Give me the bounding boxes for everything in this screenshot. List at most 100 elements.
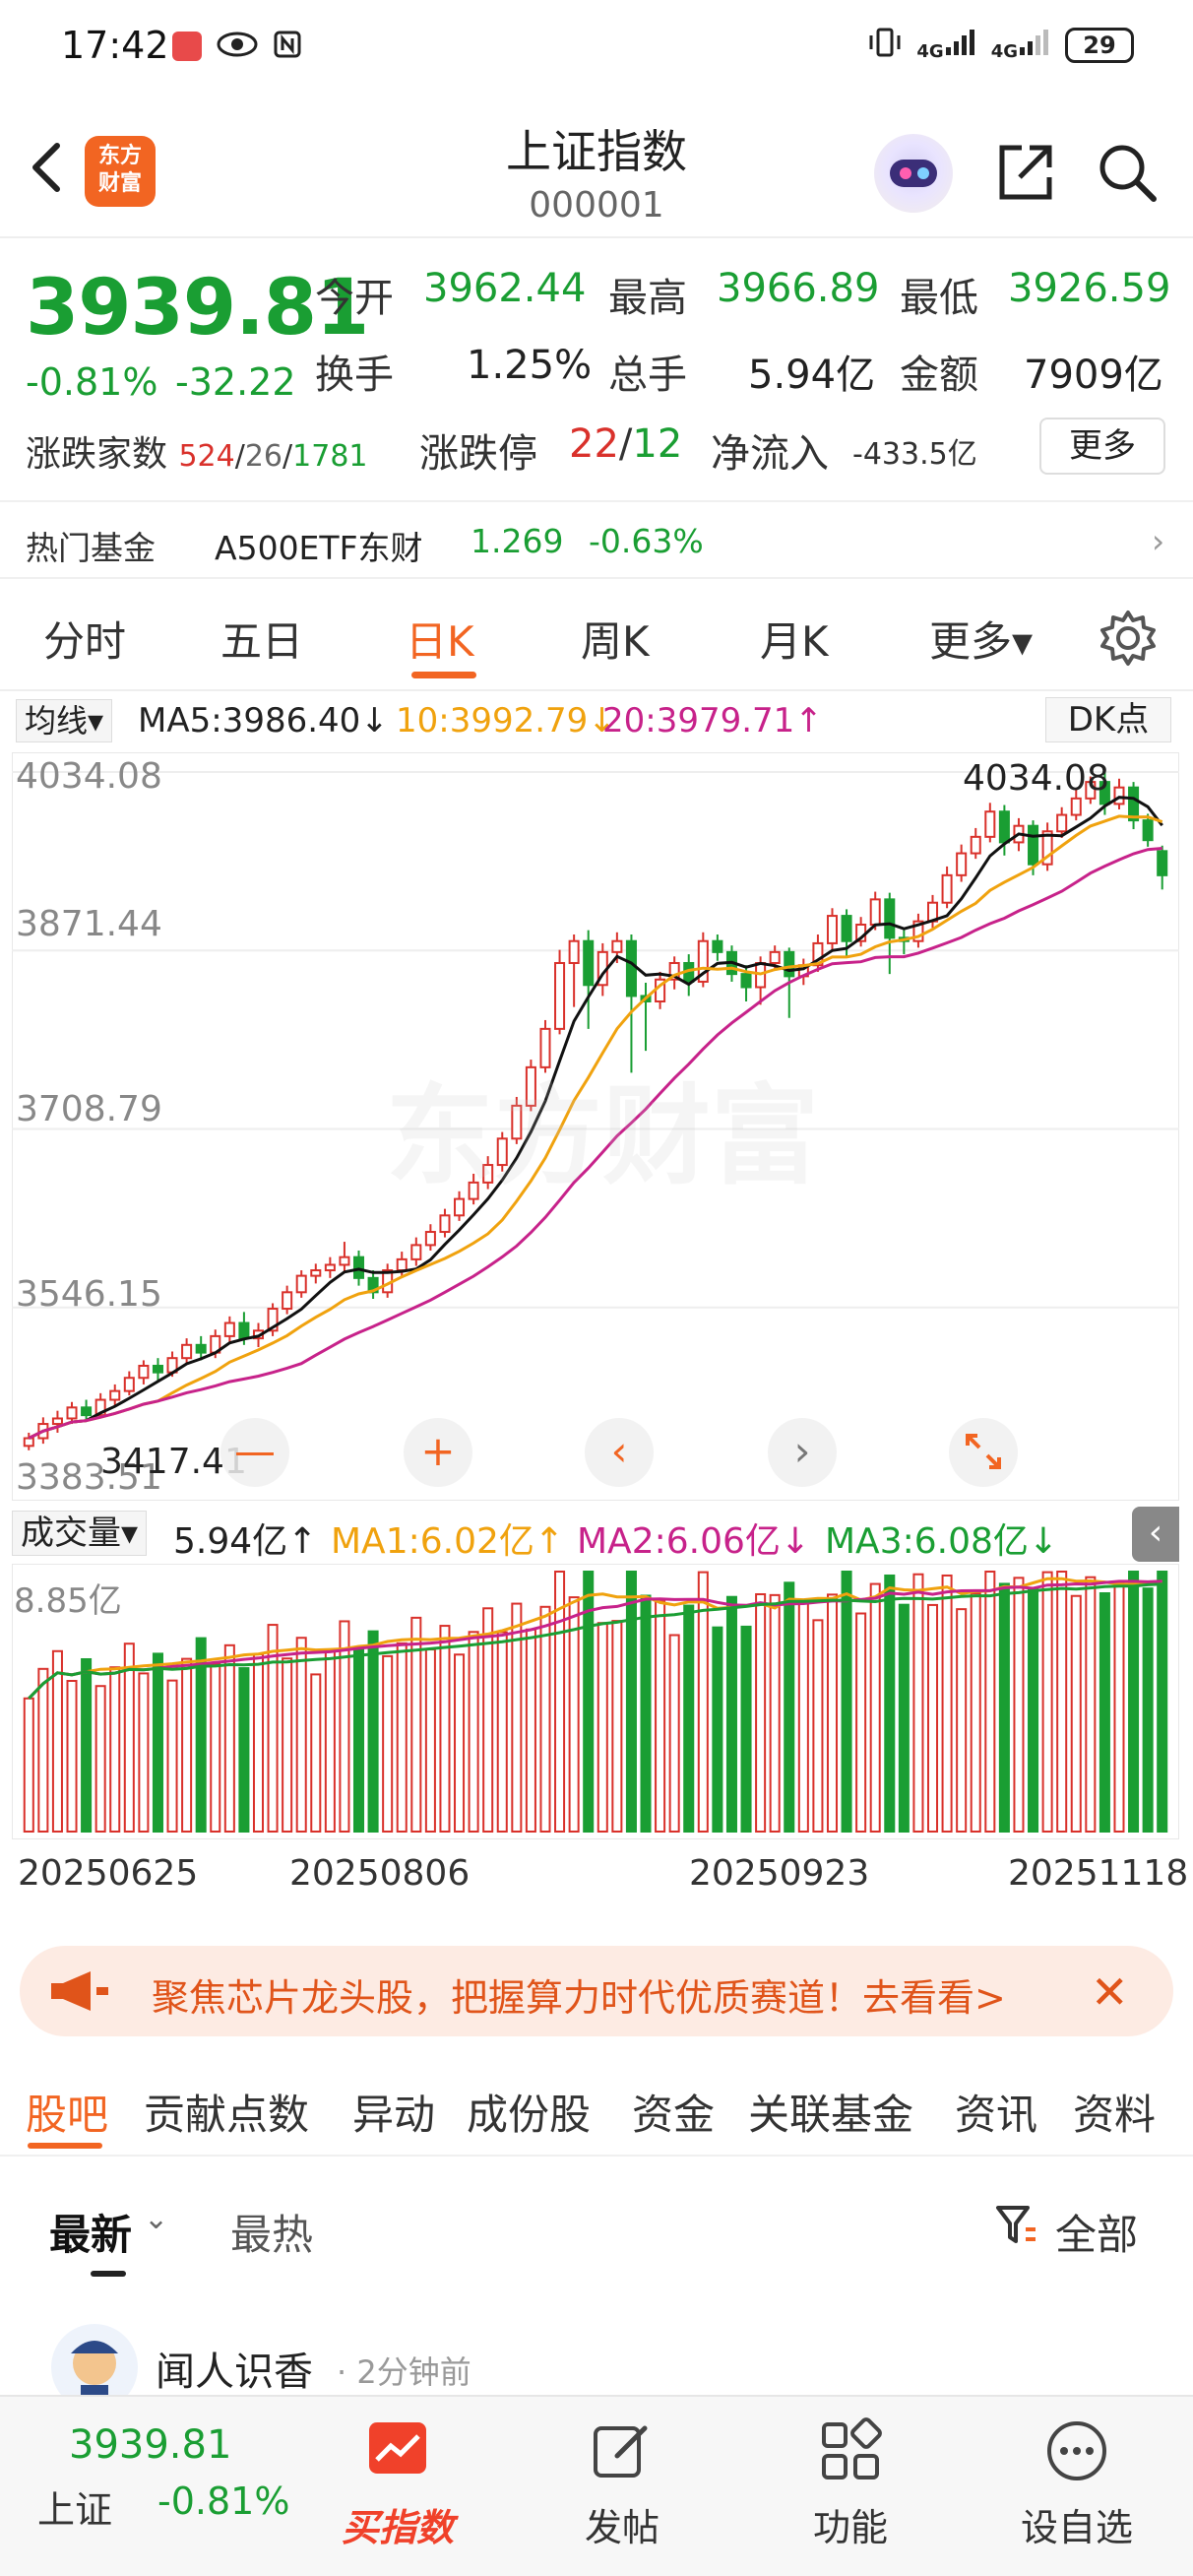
ai-assistant-icon[interactable] [874, 134, 953, 213]
volume-bar [352, 1645, 365, 1833]
hot-fund-name: A500ETF东财 [215, 529, 423, 567]
volume-bar [712, 1626, 723, 1833]
volume-bar [382, 1654, 394, 1833]
post-button[interactable]: 发帖 [553, 2416, 691, 2551]
add-watchlist-button[interactable]: 设自选 [1008, 2416, 1146, 2551]
volume-bar [941, 1574, 953, 1834]
subtab-underline [28, 2143, 102, 2149]
tab-intraday[interactable]: 分时 [43, 609, 126, 669]
candle-body [826, 915, 839, 944]
share-icon[interactable] [992, 140, 1057, 205]
filter-icon[interactable] [994, 2202, 1039, 2257]
candle-body [611, 939, 623, 953]
chevron-down-icon[interactable]: ⌄ [144, 2202, 168, 2236]
subtab-funds[interactable]: 资金 [632, 2082, 715, 2142]
high-value: 3966.89 [717, 266, 880, 311]
candle-body [956, 852, 968, 876]
subtab-movement[interactable]: 异动 [352, 2082, 435, 2142]
megaphone-icon [47, 1969, 110, 2017]
volume-bar [655, 1600, 666, 1833]
collapse-panel-button[interactable]: ‹ [1132, 1507, 1179, 1562]
candle-body [352, 1256, 365, 1279]
dk-point-button[interactable]: DK点 [1045, 697, 1171, 742]
volume-chart[interactable]: 8.85亿 [11, 1563, 1180, 1840]
tab-daily-k[interactable]: 日K [406, 609, 474, 669]
tab-weekly-k[interactable]: 周K [581, 609, 650, 669]
subtab-news[interactable]: 资讯 [955, 2082, 1037, 2142]
volume-bar [611, 1620, 623, 1834]
volume-bar [282, 1657, 293, 1834]
volume-bar [123, 1642, 135, 1833]
volume-bar [956, 1608, 968, 1834]
volume-bar [683, 1604, 695, 1834]
content-tabs: 股吧 贡献点数 异动 成份股 资金 关联基金 资讯 资料 [0, 2058, 1193, 2157]
signal-icon-2: 4G [991, 28, 1051, 63]
volume-selector[interactable]: 成交量▾ [12, 1511, 148, 1556]
kline-chart[interactable]: 4034.08 3871.44 3708.79 3546.15 3383.51 … [11, 751, 1180, 1502]
candle-body [984, 810, 996, 838]
subtab-profile[interactable]: 资料 [1073, 2082, 1156, 2142]
subtab-related-funds[interactable]: 关联基金 [748, 2082, 913, 2142]
signal-icon: 4G [916, 28, 976, 63]
volume-bar [755, 1592, 767, 1833]
volume-bar [797, 1599, 809, 1833]
subtab-constituents[interactable]: 成份股 [467, 2082, 591, 2142]
volume-bar [1013, 1577, 1025, 1833]
bottom-price[interactable]: 3939.81 [69, 2422, 231, 2468]
candle-body [51, 1417, 63, 1426]
ma20-value: 20:3979.71↑ [602, 701, 823, 741]
eye-icon [216, 30, 259, 63]
settings-icon[interactable] [1099, 609, 1158, 672]
volume-legend: 成交量▾ 5.94亿↑ MA1:6.02亿↑ MA2:6.06亿↓ MA3:6.… [0, 1501, 1193, 1564]
volume-bar [252, 1653, 265, 1833]
bottom-index-name[interactable]: 上证 [37, 2479, 112, 2534]
limit-values: 22/12 [569, 421, 683, 467]
chart-up-icon [363, 2416, 432, 2485]
date-tick-1: 20250625 [18, 1853, 199, 1894]
vol-ma1: MA1:6.02亿↑ [331, 1521, 565, 1562]
volume-bar [51, 1649, 63, 1834]
candle-body [396, 1257, 408, 1272]
subtab-contribution[interactable]: 贡献点数 [144, 2082, 309, 2142]
status-time: 17:42 [61, 24, 169, 67]
volume-bar [568, 1596, 580, 1833]
bottom-pct[interactable]: -0.81% [157, 2479, 289, 2523]
tab-monthly-k[interactable]: 月K [760, 609, 829, 669]
zoom-out-button[interactable]: — [220, 1418, 289, 1487]
candle-body [1056, 813, 1068, 833]
close-icon[interactable]: ✕ [1091, 1965, 1129, 2019]
volume-bar [1142, 1587, 1154, 1833]
breadth-up: 524 [178, 439, 235, 474]
post-author[interactable]: 闻人识香 [156, 2340, 313, 2397]
buy-index-button[interactable]: 买指数 [329, 2416, 467, 2551]
zoom-in-button[interactable]: + [404, 1418, 472, 1487]
ma-legend: 均线▾ MA5:3986.40↓ 10:3992.79↓ 20:3979.71↑… [0, 689, 1193, 752]
search-icon[interactable] [1095, 140, 1160, 205]
candle-body [439, 1214, 451, 1234]
filter-all[interactable]: 全部 [1055, 2202, 1138, 2262]
volume-bar [539, 1605, 551, 1833]
sort-hot[interactable]: 最热 [230, 2202, 313, 2262]
status-bar: 17:42 4G 4G 29 [0, 0, 1193, 98]
function-button[interactable]: 功能 [782, 2416, 919, 2551]
hot-fund-row[interactable]: 热门基金 A500ETF东财 1.269 -0.63% › [0, 500, 1193, 579]
tab-more[interactable]: 更多▾ [929, 609, 1033, 669]
fullscreen-icon[interactable] [949, 1418, 1018, 1487]
promo-banner[interactable]: 聚焦芯片龙头股，把握算力时代优质赛道！去看看> ✕ [20, 1946, 1173, 2036]
candle-body [410, 1244, 422, 1260]
scroll-left-button[interactable]: ‹ [585, 1418, 654, 1487]
hot-fund-pct: -0.63% [589, 522, 704, 560]
banner-text[interactable]: 聚焦芯片龙头股，把握算力时代优质赛道！去看看> [152, 1967, 1006, 2022]
scroll-right-button[interactable]: › [768, 1418, 837, 1487]
more-button[interactable]: 更多 [1039, 418, 1165, 475]
volume-bar [1099, 1592, 1110, 1833]
bottom-bar: 3939.81 上证 -0.81% 买指数 发帖 功能 设自选 [0, 2395, 1193, 2576]
sort-latest[interactable]: 最新 [49, 2202, 132, 2262]
tab-5day[interactable]: 五日 [220, 609, 303, 669]
ma5-value: MA5:3986.40↓ [138, 701, 389, 741]
subtab-forum[interactable]: 股吧 [26, 2082, 108, 2142]
ma-selector[interactable]: 均线▾ [16, 699, 113, 742]
period-tabs: 分时 五日 日K 周K 月K 更多▾ [0, 587, 1193, 689]
volume-bar [223, 1643, 235, 1833]
candle-body [1157, 850, 1168, 876]
